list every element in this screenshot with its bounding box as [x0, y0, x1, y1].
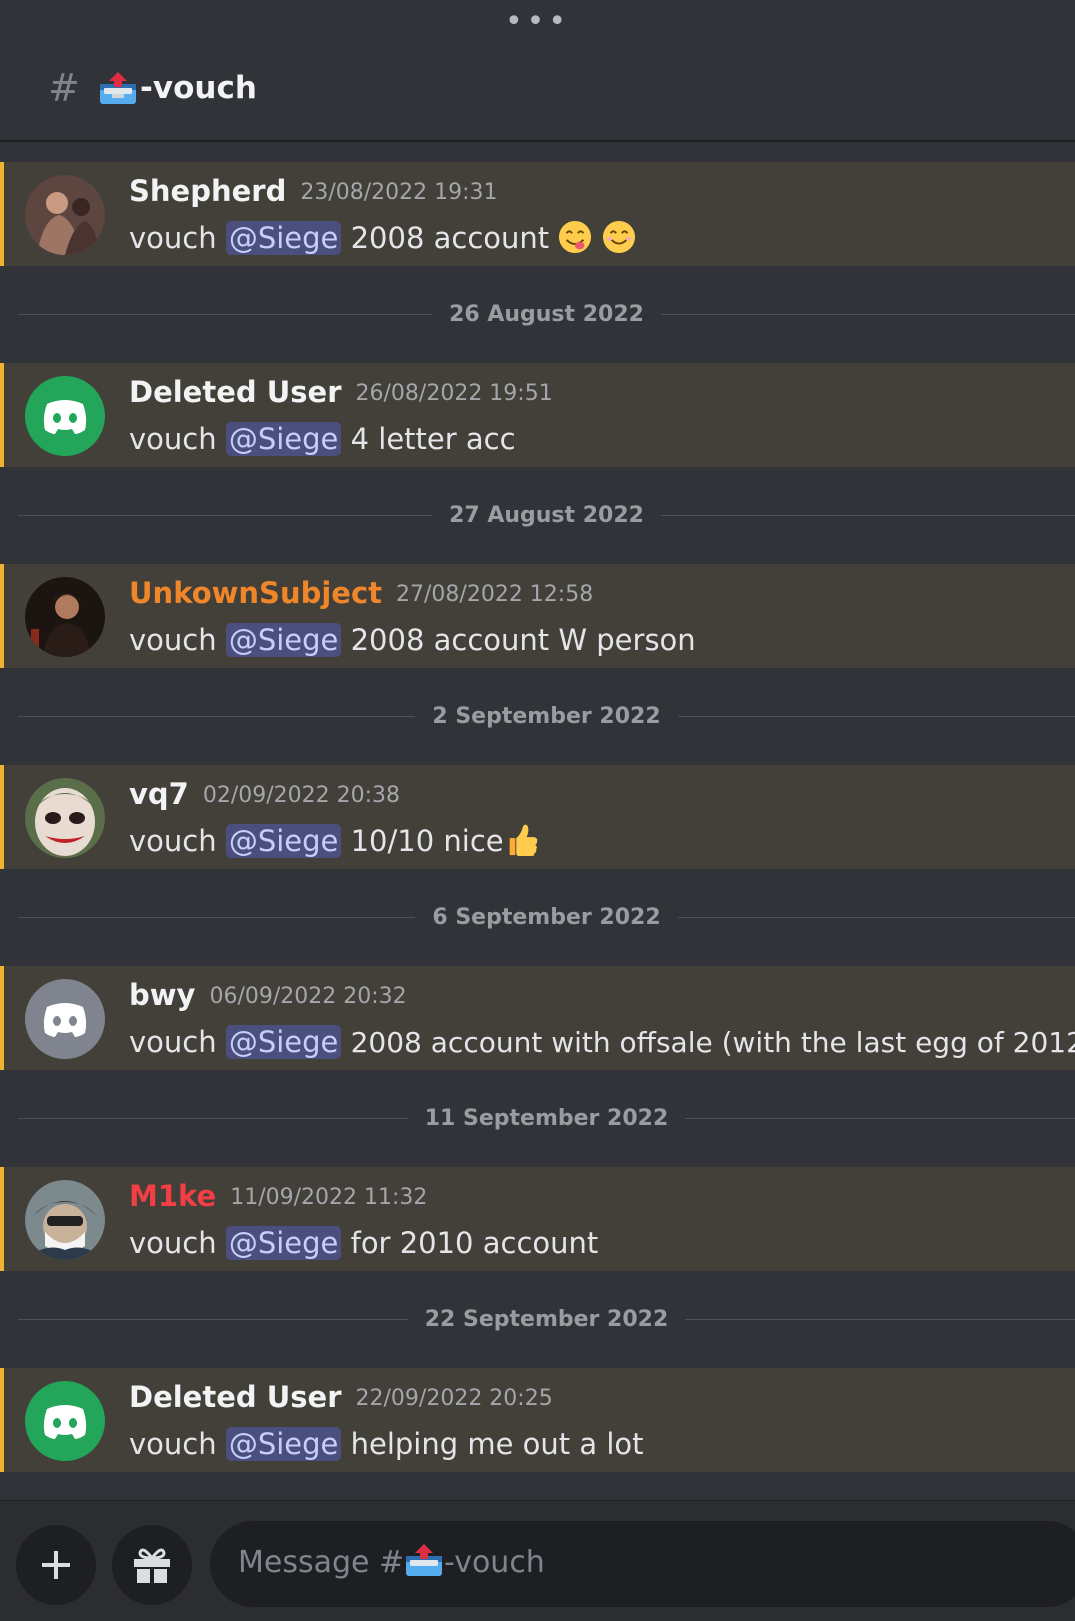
user-mention[interactable]: @Siege [225, 1025, 342, 1059]
discord-logo-icon [25, 1381, 105, 1461]
message[interactable]: Deleted User 22/09/2022 20:25 vouch @Sieg… [0, 1368, 1075, 1472]
message-content: vouch @Siege 4 letter acc [129, 419, 516, 459]
message-timestamp: 06/09/2022 20:32 [209, 984, 407, 1009]
user-mention[interactable]: @Siege [225, 422, 342, 456]
date-divider: 26 August 2022 [18, 300, 1075, 330]
date-divider-label: 6 September 2022 [415, 905, 678, 930]
message-text: vouch [129, 824, 217, 858]
author-name[interactable]: Shepherd [129, 174, 286, 208]
add-attachment-button[interactable] [16, 1525, 96, 1605]
placeholder-text: -vouch [444, 1545, 545, 1580]
avatar[interactable] [25, 577, 105, 657]
avatar[interactable] [25, 175, 105, 255]
channel-name[interactable]: -vouch [140, 66, 257, 110]
user-mention[interactable]: @Siege [225, 1427, 342, 1461]
message-timestamp: 11/09/2022 11:32 [230, 1185, 428, 1210]
message-input[interactable]: Message # -vouch [210, 1521, 1075, 1607]
author-name[interactable]: UnkownSubject [129, 576, 382, 610]
message-timestamp: 27/08/2022 12:58 [396, 582, 594, 607]
date-divider: 2 September 2022 [18, 702, 1075, 732]
message-text: 10/10 nice [350, 824, 504, 858]
message-text: vouch [129, 422, 217, 456]
message-author[interactable]: UnkownSubject 27/08/2022 12:58 [129, 574, 593, 614]
plus-icon [42, 1551, 70, 1579]
message-text: helping me out a lot [350, 1427, 644, 1461]
avatar[interactable] [25, 376, 105, 456]
message-text: vouch [129, 1427, 217, 1461]
message-content: vouch @Siege helping me out a lot [129, 1424, 644, 1464]
gift-button[interactable] [112, 1525, 192, 1605]
message-text: vouch [129, 623, 217, 657]
message[interactable]: UnkownSubject 27/08/2022 12:58 vouch @Sie… [0, 564, 1075, 668]
message-content: vouch @Siege 10/10 nice [129, 821, 538, 861]
gift-icon [134, 1548, 170, 1583]
date-divider-label: 26 August 2022 [432, 302, 661, 327]
message-content: vouch @Siege 2008 account [129, 218, 636, 258]
message-author[interactable]: Deleted User 26/08/2022 19:51 [129, 373, 553, 413]
avatar[interactable] [25, 778, 105, 858]
message-author[interactable]: Shepherd 23/08/2022 19:31 [129, 172, 498, 212]
more-options-icon[interactable]: ••• [0, 7, 1075, 37]
message-text: vouch [129, 221, 217, 255]
thumbs-up-emoji-icon [509, 824, 537, 857]
avatar[interactable] [25, 979, 105, 1059]
message[interactable]: bwy 06/09/2022 20:32 vouch @Siege 2008 ac… [0, 966, 1075, 1070]
date-divider-label: 22 September 2022 [407, 1307, 686, 1332]
author-name[interactable]: Deleted User [129, 1380, 342, 1414]
message-author[interactable]: M1ke 11/09/2022 11:32 [129, 1177, 427, 1217]
channel-header: ••• # -vouch [0, 0, 1075, 142]
message-timestamp: 22/09/2022 20:25 [355, 1386, 553, 1411]
message-timestamp: 26/08/2022 19:51 [355, 381, 553, 406]
message-author[interactable]: vq7 02/09/2022 20:38 [129, 775, 400, 815]
inbox-tray-icon [406, 1544, 443, 1576]
author-name[interactable]: M1ke [129, 1179, 216, 1213]
message-text: for 2010 account [350, 1226, 599, 1260]
user-mention[interactable]: @Siege [225, 824, 342, 858]
message-text: 4 letter acc [350, 422, 516, 456]
user-mention[interactable]: @Siege [225, 623, 342, 657]
message-composer: Message # -vouch [0, 1500, 1075, 1621]
message-text: vouch [129, 1226, 217, 1260]
message[interactable]: vq7 02/09/2022 20:38 vouch @Siege 10/10 n… [0, 765, 1075, 869]
date-divider-label: 27 August 2022 [432, 503, 661, 528]
date-divider-label: 2 September 2022 [415, 704, 678, 729]
date-divider: 27 August 2022 [18, 501, 1075, 531]
date-divider: 22 September 2022 [18, 1305, 1075, 1335]
user-mention[interactable]: @Siege [225, 221, 342, 255]
smiling-face-emoji-icon [602, 220, 635, 254]
message-timestamp: 02/09/2022 20:38 [202, 783, 401, 808]
inbox-tray-icon [100, 72, 136, 104]
hashtag-icon: # [48, 66, 80, 110]
message[interactable]: Deleted User 26/08/2022 19:51 vouch @Sieg… [0, 363, 1075, 467]
date-divider-label: 11 September 2022 [407, 1106, 686, 1131]
message-input-placeholder: Message # -vouch [238, 1541, 545, 1585]
message-text: 2008 account [350, 221, 550, 255]
message-text: vouch [129, 1025, 217, 1059]
user-mention[interactable]: @Siege [225, 1226, 342, 1260]
message-author[interactable]: Deleted User 22/09/2022 20:25 [129, 1378, 553, 1418]
message-text: 2008 account with offsale (with the last… [350, 1026, 1075, 1059]
message[interactable]: M1ke 11/09/2022 11:32 vouch @Siege for 20… [0, 1167, 1075, 1271]
savoring-food-face-emoji-icon [559, 220, 592, 254]
author-name[interactable]: bwy [129, 978, 195, 1012]
author-name[interactable]: vq7 [129, 777, 189, 811]
date-divider: 11 September 2022 [18, 1104, 1075, 1134]
placeholder-text: Message # [238, 1545, 405, 1580]
discord-logo-icon [25, 376, 105, 456]
discord-logo-icon [25, 979, 105, 1059]
message-text: 2008 account W person [350, 623, 696, 657]
message-content: vouch @Siege for 2010 account [129, 1223, 598, 1263]
date-divider: 6 September 2022 [18, 903, 1075, 933]
avatar[interactable] [25, 1381, 105, 1461]
message-timestamp: 23/08/2022 19:31 [300, 180, 498, 205]
message-content: vouch @Siege 2008 account W person [129, 620, 696, 660]
message-author[interactable]: bwy 06/09/2022 20:32 [129, 976, 407, 1016]
message[interactable]: Shepherd 23/08/2022 19:31 vouch @Siege 20… [0, 162, 1075, 266]
author-name[interactable]: Deleted User [129, 375, 342, 409]
message-content: vouch @Siege 2008 account with offsale (… [129, 1022, 1075, 1063]
avatar[interactable] [25, 1180, 105, 1260]
